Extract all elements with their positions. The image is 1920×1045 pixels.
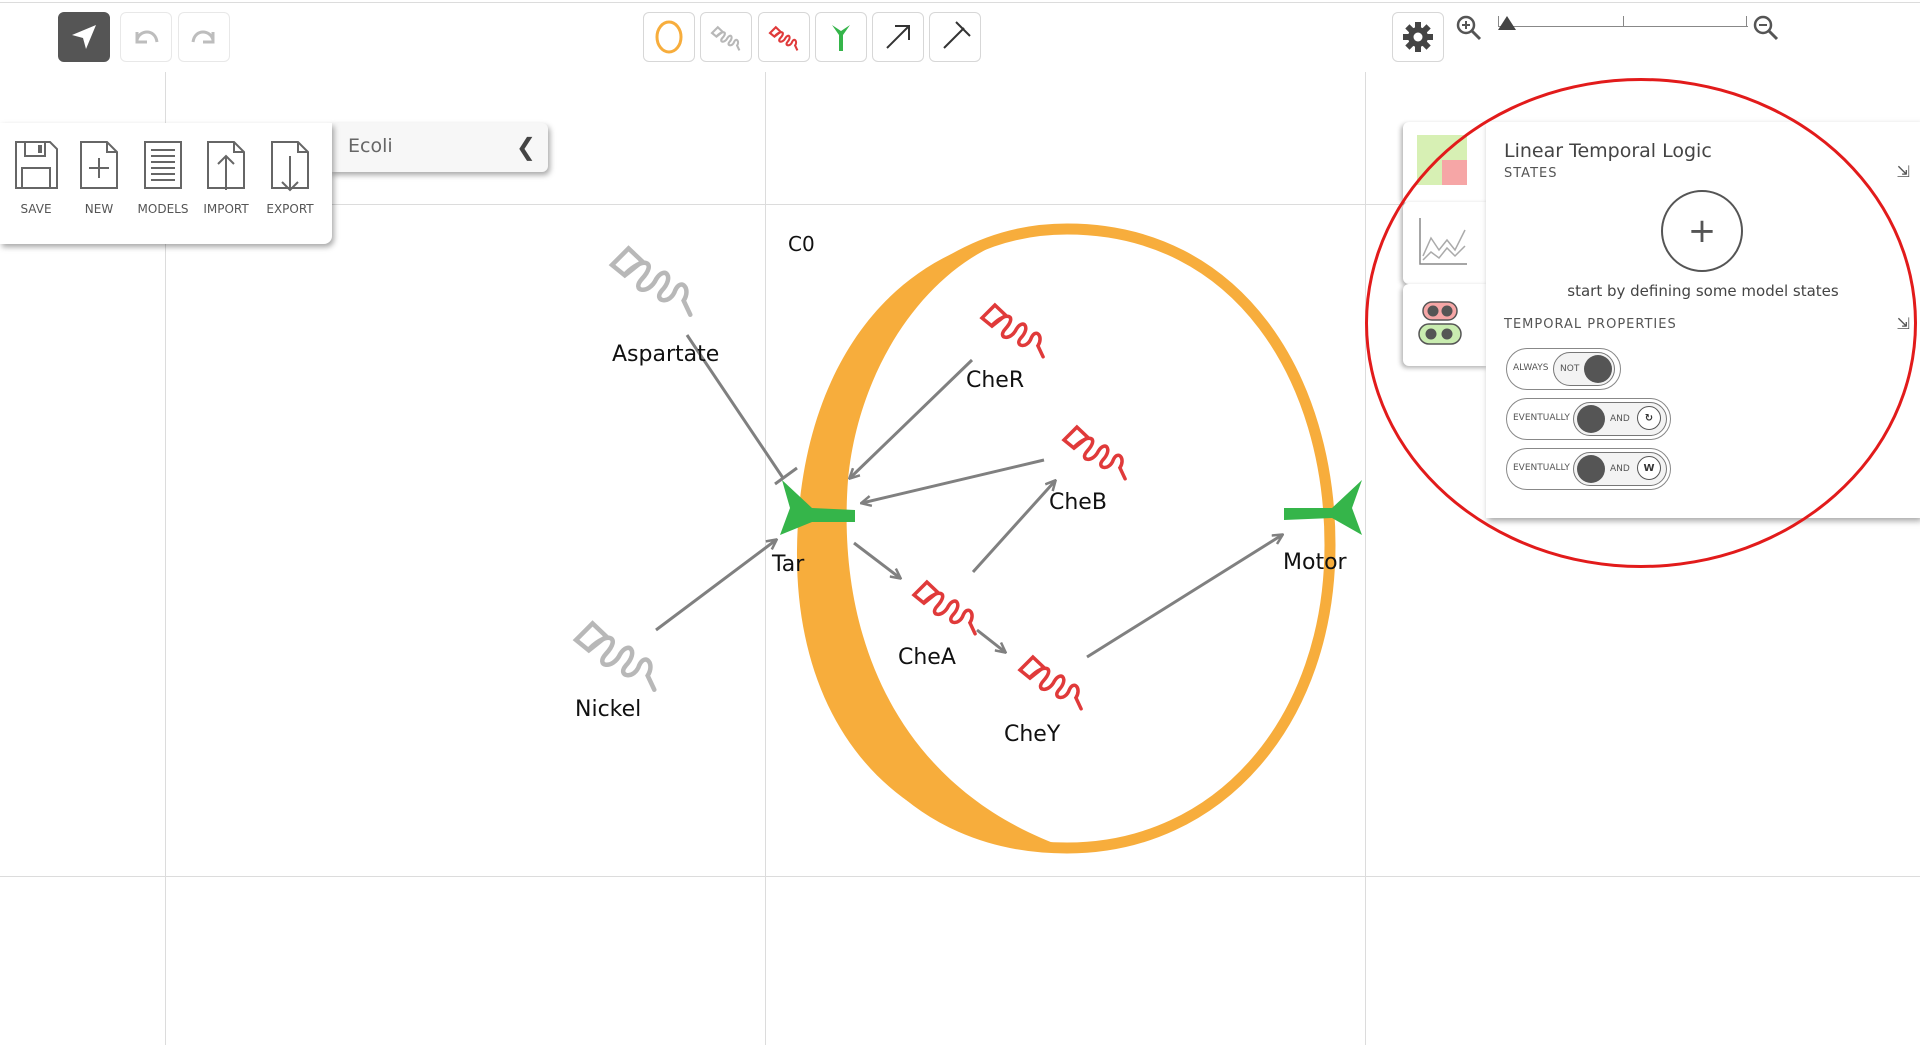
new-button[interactable]: NEW — [69, 138, 129, 216]
cell-icon — [655, 20, 683, 54]
models-label: MODELS — [137, 202, 189, 216]
zoom-in-icon[interactable] — [1455, 14, 1483, 42]
edge-tar-chea[interactable] — [853, 541, 900, 578]
loop-icon[interactable]: ↻ — [1637, 406, 1661, 430]
undo-icon — [135, 30, 159, 44]
constant-aspartate[interactable] — [607, 245, 705, 318]
expand-states-icon[interactable]: ⇲ — [1897, 162, 1910, 181]
property-slot[interactable] — [1577, 455, 1605, 483]
property-slot[interactable] — [1577, 405, 1605, 433]
save-icon — [15, 141, 58, 189]
tab-temporal-properties[interactable] — [1403, 284, 1489, 366]
model-name-tab[interactable]: Ecoli ❮ — [330, 123, 548, 172]
plus-icon: + — [1687, 211, 1717, 251]
node-label-motor: Motor — [1283, 550, 1347, 575]
redo-icon — [191, 30, 215, 44]
property-inner-label: AND — [1610, 464, 1630, 474]
save-button[interactable]: SAVE — [6, 138, 66, 216]
node-label-tar: Tar — [772, 552, 805, 577]
redo-button[interactable] — [178, 12, 230, 62]
variable-chea[interactable] — [910, 579, 986, 636]
undo-button[interactable] — [120, 12, 172, 62]
tab-ltl[interactable] — [1403, 122, 1489, 204]
import-icon — [207, 141, 245, 190]
receptor-icon — [832, 25, 850, 51]
cell-tool-button[interactable] — [643, 12, 695, 62]
ltl-states-icon — [1417, 135, 1467, 185]
models-icon — [144, 141, 182, 189]
edge-chea-cheb[interactable] — [971, 481, 1055, 574]
property-inner-pill[interactable]: NOT — [1553, 352, 1615, 386]
tab-simulation[interactable] — [1403, 202, 1489, 284]
oscillation-icon[interactable]: W — [1637, 456, 1661, 480]
zoom-tick — [1623, 16, 1624, 27]
gear-icon — [1403, 22, 1433, 52]
variable-cheb[interactable] — [1060, 424, 1136, 481]
edge-chea-chey[interactable] — [976, 628, 1005, 652]
constant-nickel[interactable] — [571, 620, 669, 693]
import-label: IMPORT — [203, 202, 249, 216]
edge-chey-motor[interactable] — [1086, 535, 1282, 659]
import-button[interactable]: IMPORT — [196, 138, 256, 216]
new-label: NEW — [84, 202, 114, 216]
inhibiting-arrow-icon — [943, 21, 971, 49]
property-outer-label: EVENTUALLY — [1513, 463, 1570, 473]
zoom-thumb[interactable] — [1498, 16, 1516, 30]
states-hint: start by defining some model states — [1567, 282, 1839, 300]
export-button[interactable]: EXPORT — [260, 138, 320, 216]
property-inner-pill[interactable]: AND ↻ — [1573, 402, 1667, 436]
models-button[interactable]: MODELS — [133, 138, 193, 216]
states-heading: STATES — [1504, 166, 1558, 181]
variable-tool-button[interactable] — [758, 12, 810, 62]
properties-icon — [1418, 301, 1462, 345]
property-outer-label: ALWAYS — [1513, 363, 1549, 373]
select-tool-button[interactable] — [58, 12, 110, 62]
node-label-chey: CheY — [1004, 722, 1061, 747]
edge-nickel-tar[interactable] — [655, 540, 776, 632]
node-label-cher: CheR — [966, 368, 1025, 393]
property-inner-label: NOT — [1560, 364, 1580, 374]
zoom-slider[interactable] — [1488, 10, 1758, 40]
property-eventually-and-loop[interactable]: EVENTUALLY AND ↻ — [1506, 398, 1671, 440]
node-label-nickel: Nickel — [575, 697, 642, 722]
edge-cheb-tar[interactable] — [862, 458, 1045, 503]
property-inner-label: AND — [1610, 414, 1630, 424]
settings-button[interactable] — [1392, 12, 1444, 62]
property-eventually-and-oscillation[interactable]: EVENTUALLY AND W — [1506, 448, 1671, 490]
export-icon — [271, 141, 309, 192]
property-outer-label: EVENTUALLY — [1513, 413, 1570, 423]
collapse-chevron-icon[interactable]: ❮ — [516, 133, 536, 161]
inhibitor-tool-button[interactable] — [929, 12, 981, 62]
cell-c0[interactable] — [796, 223, 1336, 854]
new-icon — [80, 141, 118, 189]
cell-label: C0 — [788, 232, 815, 256]
save-label: SAVE — [20, 202, 52, 216]
node-label-chea: CheA — [898, 645, 956, 670]
variable-icon — [768, 25, 799, 51]
zoom-tick — [1746, 16, 1747, 27]
activator-tool-button[interactable] — [872, 12, 924, 62]
add-state-button[interactable]: + — [1661, 190, 1743, 272]
chart-icon — [1419, 218, 1467, 265]
variable-cher[interactable] — [978, 302, 1054, 359]
expand-properties-icon[interactable]: ⇲ — [1897, 314, 1910, 333]
node-label-cheb: CheB — [1049, 490, 1107, 515]
activating-arrow-icon — [886, 25, 910, 49]
ltl-panel: Linear Temporal Logic STATES ⇲ + start b… — [1486, 122, 1920, 518]
model-name: Ecoli — [348, 135, 393, 157]
temporal-properties-heading: TEMPORAL PROPERTIES — [1504, 317, 1677, 332]
constant-tool-button[interactable] — [700, 12, 752, 62]
node-label-aspartate: Aspartate — [612, 342, 720, 367]
receptor-tool-button[interactable] — [815, 12, 867, 62]
property-always-not[interactable]: ALWAYS NOT — [1506, 348, 1621, 390]
zoom-out-icon[interactable] — [1752, 14, 1780, 42]
constant-icon — [710, 25, 741, 51]
variable-chey[interactable] — [1016, 654, 1092, 711]
property-inner-pill[interactable]: AND W — [1573, 452, 1667, 486]
select-arrow-icon — [72, 25, 96, 49]
property-slot[interactable] — [1584, 355, 1612, 383]
ltl-title: Linear Temporal Logic — [1504, 140, 1712, 162]
export-label: EXPORT — [266, 202, 314, 216]
